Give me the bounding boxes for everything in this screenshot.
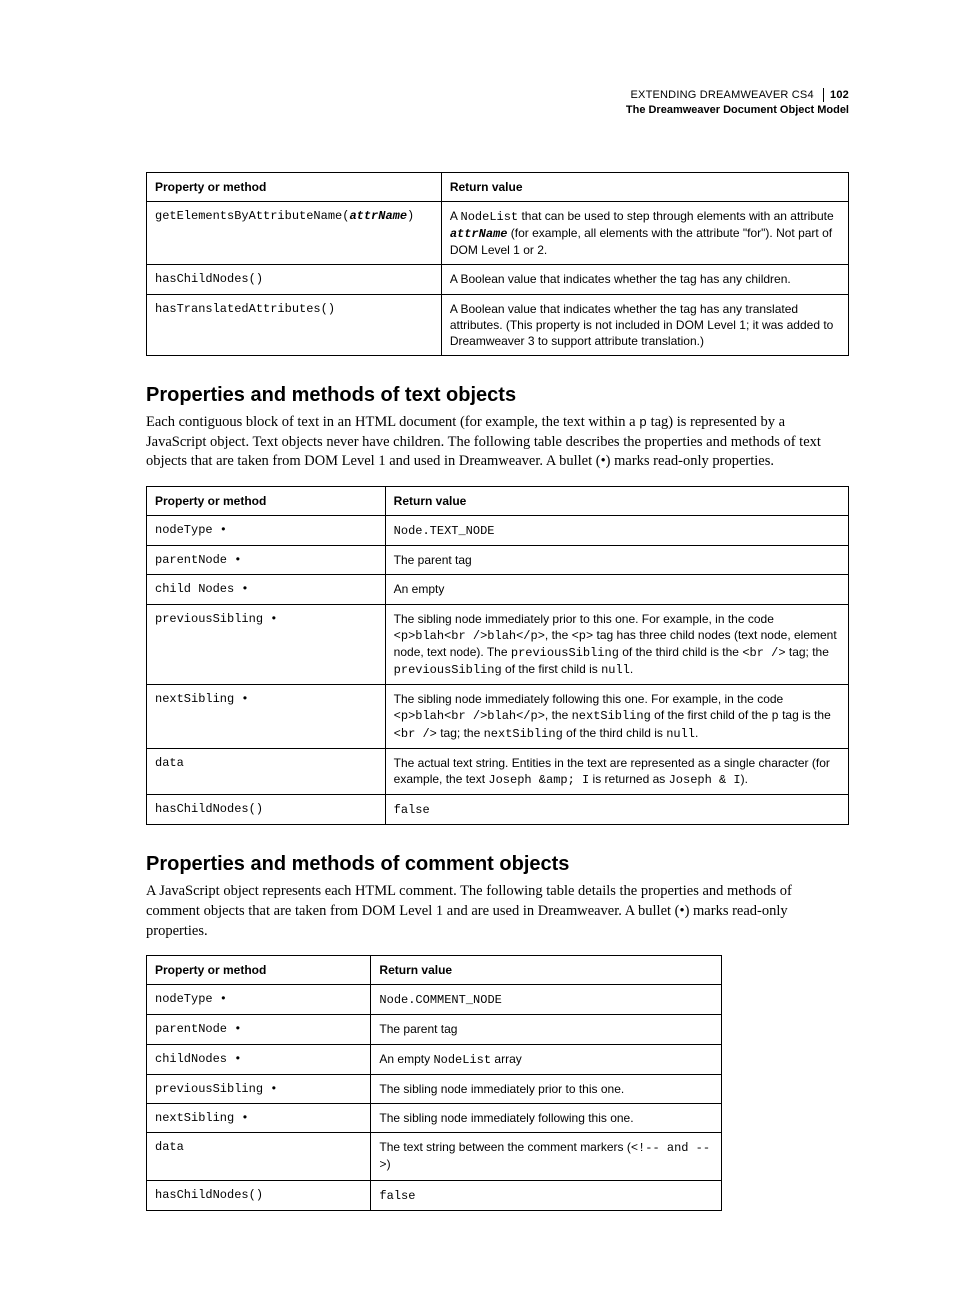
table-row: parentNode • The parent tag <box>147 546 849 575</box>
cell-property: data <box>147 748 386 794</box>
col-header-return: Return value <box>385 486 848 515</box>
cell-return: The sibling node immediately prior to th… <box>371 1074 722 1103</box>
cell-property: hasChildNodes() <box>147 265 442 294</box>
cell-property: parentNode • <box>147 546 386 575</box>
cell-return: The sibling node immediately prior to th… <box>385 604 848 685</box>
cell-return: false <box>371 1180 722 1210</box>
cell-return: The parent tag <box>385 546 848 575</box>
heading-text-objects: Properties and methods of text objects <box>146 384 849 407</box>
page: EXTENDING DREAMWEAVER CS4 102 The Dreamw… <box>0 0 954 1299</box>
cell-property: childNodes • <box>147 1044 371 1074</box>
cell-property: hasTranslatedAttributes() <box>147 294 442 356</box>
table-row: previousSibling • The sibling node immed… <box>147 604 849 685</box>
cell-property: nextSibling • <box>147 1104 371 1133</box>
cell-return: An empty <box>385 575 848 604</box>
table-tag-methods: Property or method Return value getEleme… <box>146 172 849 357</box>
table-header-row: Property or method Return value <box>147 486 849 515</box>
cell-return: false <box>385 795 848 825</box>
cell-property: nextSibling • <box>147 685 386 749</box>
cell-return: Node.TEXT_NODE <box>385 515 848 545</box>
cell-return: Node.COMMENT_NODE <box>371 985 722 1015</box>
doc-title: EXTENDING DREAMWEAVER CS4 <box>631 89 814 101</box>
cell-property: getElementsByAttributeName(attrName) <box>147 201 442 265</box>
cell-return: The parent tag <box>371 1015 722 1044</box>
cell-property: hasChildNodes() <box>147 1180 371 1210</box>
col-header-return: Return value <box>371 956 722 985</box>
cell-property: parentNode • <box>147 1015 371 1044</box>
col-header-property: Property or method <box>147 172 442 201</box>
cell-return: The sibling node immediately following t… <box>385 685 848 749</box>
col-header-property: Property or method <box>147 486 386 515</box>
table-text-objects: Property or method Return value nodeType… <box>146 486 849 826</box>
section-title: The Dreamweaver Document Object Model <box>146 103 849 117</box>
table-row: data The actual text string. Entities in… <box>147 748 849 794</box>
table-row: nextSibling • The sibling node immediate… <box>147 685 849 749</box>
table-row: child Nodes • An empty <box>147 575 849 604</box>
paragraph: Each contiguous block of text in an HTML… <box>146 413 849 472</box>
col-header-property: Property or method <box>147 956 371 985</box>
cell-return: A Boolean value that indicates whether t… <box>441 294 848 356</box>
table-row: hasChildNodes() false <box>147 1180 722 1210</box>
table-row: getElementsByAttributeName(attrName) A N… <box>147 201 849 265</box>
table-row: data The text string between the comment… <box>147 1133 722 1180</box>
table-row: hasChildNodes() false <box>147 795 849 825</box>
cell-property: hasChildNodes() <box>147 795 386 825</box>
cell-return: An empty NodeList array <box>371 1044 722 1074</box>
cell-property: nodeType • <box>147 515 386 545</box>
cell-return: A Boolean value that indicates whether t… <box>441 265 848 294</box>
paragraph: A JavaScript object represents each HTML… <box>146 882 849 941</box>
cell-property: nodeType • <box>147 985 371 1015</box>
table-header-row: Property or method Return value <box>147 956 722 985</box>
table-row: nodeType • Node.COMMENT_NODE <box>147 985 722 1015</box>
table-row: hasTranslatedAttributes() A Boolean valu… <box>147 294 849 356</box>
table-header-row: Property or method Return value <box>147 172 849 201</box>
cell-property: child Nodes • <box>147 575 386 604</box>
cell-property: data <box>147 1133 371 1180</box>
running-header: EXTENDING DREAMWEAVER CS4 102 The Dreamw… <box>146 88 849 118</box>
heading-comment-objects: Properties and methods of comment object… <box>146 853 849 876</box>
cell-property: previousSibling • <box>147 1074 371 1103</box>
table-row: nextSibling • The sibling node immediate… <box>147 1104 722 1133</box>
table-row: nodeType • Node.TEXT_NODE <box>147 515 849 545</box>
page-number: 102 <box>823 88 849 102</box>
table-comment-objects: Property or method Return value nodeType… <box>146 955 722 1211</box>
table-row: hasChildNodes() A Boolean value that ind… <box>147 265 849 294</box>
cell-return: A NodeList that can be used to step thro… <box>441 201 848 265</box>
table-row: previousSibling • The sibling node immed… <box>147 1074 722 1103</box>
table-row: childNodes • An empty NodeList array <box>147 1044 722 1074</box>
cell-return: The text string between the comment mark… <box>371 1133 722 1180</box>
cell-return: The actual text string. Entities in the … <box>385 748 848 794</box>
cell-property: previousSibling • <box>147 604 386 685</box>
cell-return: The sibling node immediately following t… <box>371 1104 722 1133</box>
col-header-return: Return value <box>441 172 848 201</box>
table-row: parentNode • The parent tag <box>147 1015 722 1044</box>
